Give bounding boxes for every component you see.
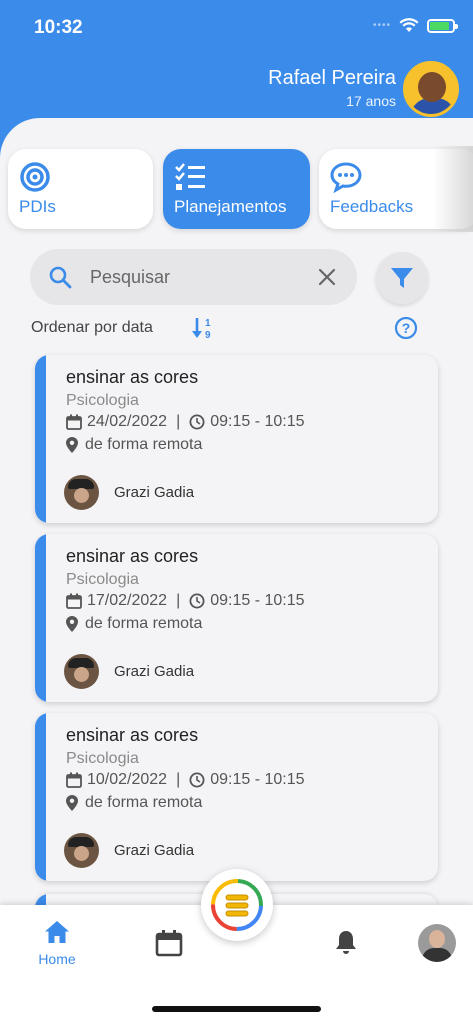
wifi-icon [399, 18, 419, 32]
user-avatar[interactable] [403, 61, 459, 117]
card-person: Grazi Gadia [114, 842, 195, 859]
status-time: 10:32 [34, 17, 83, 38]
location-pin-icon [66, 616, 78, 632]
chat-bubble-icon [330, 162, 362, 193]
card-person: Grazi Gadia [114, 484, 195, 501]
filter-button[interactable] [376, 252, 428, 304]
filter-icon [391, 268, 413, 288]
clock-icon [189, 772, 205, 788]
clear-search-icon[interactable] [315, 265, 339, 289]
card-location: de forma remota [85, 615, 203, 632]
card-datetime: 24/02/2022 | 09:15 - 10:15 [66, 413, 305, 431]
location-pin-icon [66, 437, 78, 453]
calendar-icon[interactable] [155, 929, 183, 957]
person-avatar [64, 654, 99, 689]
card-subject: Psicologia [66, 571, 139, 588]
tabs-scroll-fade [433, 146, 473, 232]
planning-card[interactable]: ensinar as cores Psicologia 10/02/2022 |… [35, 713, 438, 881]
person-avatar [64, 475, 99, 510]
card-datetime: 17/02/2022 | 09:15 - 10:15 [66, 592, 305, 610]
card-date: 17/02/2022 [87, 592, 168, 609]
card-location: de forma remota [85, 436, 203, 453]
card-accent-bar [35, 713, 46, 881]
svg-text:?: ? [402, 320, 411, 336]
card-date: 10/02/2022 [87, 771, 168, 788]
target-icon [20, 162, 50, 192]
search-input[interactable] [90, 263, 300, 291]
card-accent-bar [35, 355, 46, 523]
card-title: ensinar as cores [66, 725, 199, 745]
home-indicator [152, 1006, 321, 1012]
tab-label: Feedbacks [330, 197, 414, 216]
nav-home-label: Home [38, 951, 76, 967]
checklist-icon [175, 163, 205, 190]
battery-charging-icon [427, 18, 458, 33]
nav-home[interactable]: Home [36, 920, 78, 967]
person-avatar [64, 833, 99, 868]
card-subject: Psicologia [66, 750, 139, 767]
help-icon[interactable]: ? [394, 316, 418, 340]
user-age: 17 anos [346, 93, 396, 109]
tab-label: PDIs [19, 197, 56, 216]
card-date: 24/02/2022 [87, 413, 168, 430]
home-icon [45, 921, 69, 943]
notification-bell-icon[interactable] [334, 929, 358, 955]
separator: | [176, 413, 181, 430]
calendar-icon [66, 414, 82, 430]
clock-icon [189, 593, 205, 609]
svg-text:9: 9 [205, 330, 211, 340]
card-title: ensinar as cores [66, 367, 199, 387]
search-bar [30, 249, 357, 305]
sort-date-icon[interactable]: 1 9 [191, 316, 217, 340]
user-name: Rafael Pereira [268, 67, 396, 89]
card-person: Grazi Gadia [114, 663, 195, 680]
separator: | [176, 592, 181, 609]
separator: | [176, 771, 181, 788]
sort-label: Ordenar por data [31, 319, 153, 336]
clock-icon [189, 414, 205, 430]
card-location-row: de forma remota [66, 436, 202, 454]
tab-label: Planejamentos [174, 197, 287, 216]
planning-card[interactable]: ensinar as cores Psicologia 17/02/2022 |… [35, 534, 438, 702]
tab-pdis[interactable]: PDIs [8, 149, 153, 229]
planning-card[interactable]: ensinar as cores Psicologia 24/02/2022 |… [35, 355, 438, 523]
card-time: 09:15 - 10:15 [210, 771, 305, 788]
menu-fab-button[interactable] [201, 869, 273, 941]
card-title: ensinar as cores [66, 546, 199, 566]
profile-avatar[interactable] [418, 924, 456, 962]
location-pin-icon [66, 795, 78, 811]
status-icons: •••• [372, 18, 458, 33]
search-icon [49, 266, 72, 289]
svg-text:1: 1 [205, 318, 211, 329]
calendar-icon [66, 772, 82, 788]
card-subject: Psicologia [66, 392, 139, 409]
card-time: 09:15 - 10:15 [210, 592, 305, 609]
card-time: 09:15 - 10:15 [210, 413, 305, 430]
card-datetime: 10/02/2022 | 09:15 - 10:15 [66, 771, 305, 789]
card-location: de forma remota [85, 794, 203, 811]
card-location-row: de forma remota [66, 615, 202, 633]
calendar-icon [66, 593, 82, 609]
card-location-row: de forma remota [66, 794, 202, 812]
menu-icon [211, 879, 263, 931]
cellular-signal-dots: •••• [372, 20, 391, 31]
tab-planejamentos[interactable]: Planejamentos [163, 149, 310, 229]
card-accent-bar [35, 534, 46, 702]
